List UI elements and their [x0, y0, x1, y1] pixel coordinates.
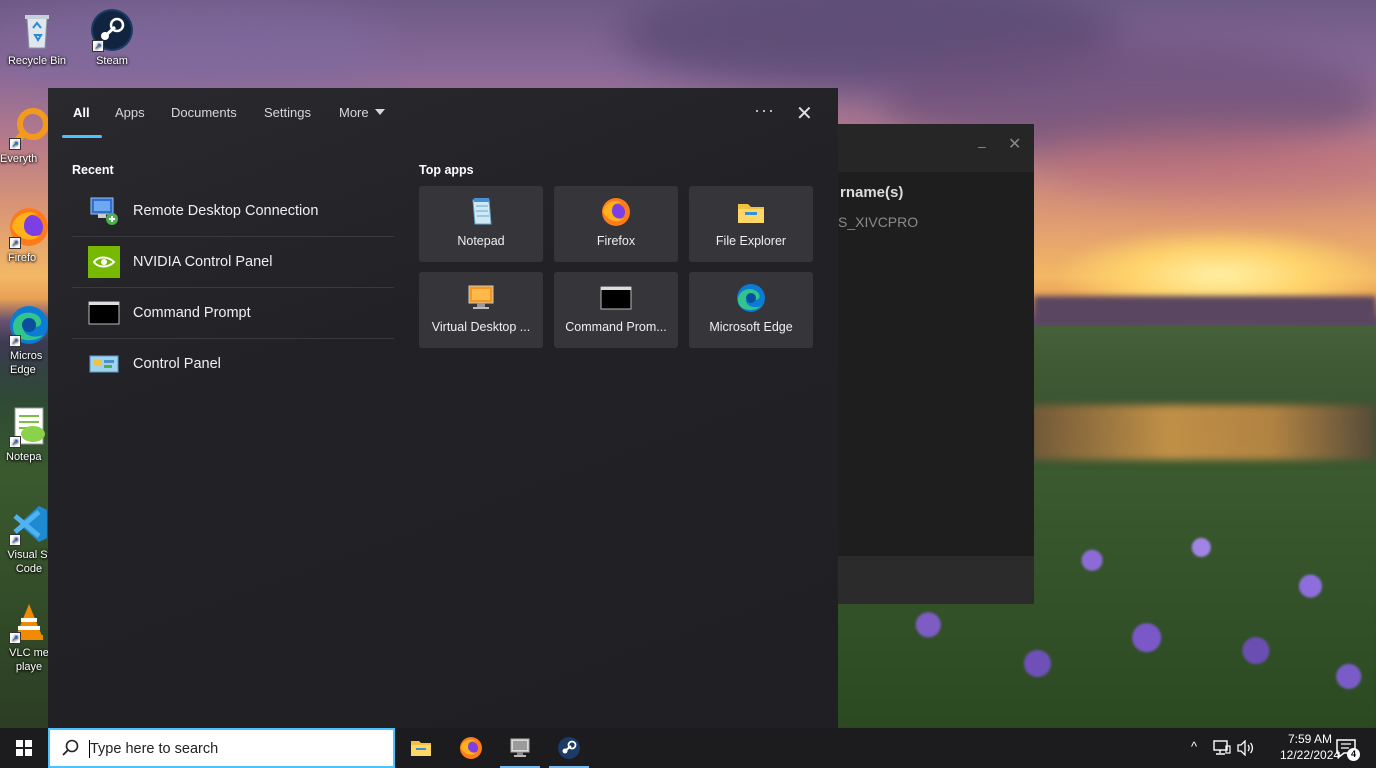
recent-item-command-prompt[interactable]: Command Prompt — [72, 288, 394, 339]
steam-icon: ↗ — [90, 8, 134, 52]
firefox-icon — [459, 736, 483, 760]
desktop-icon-label: Recycle Bin — [7, 55, 67, 67]
window-heading: rname(s) — [840, 184, 904, 201]
recent-item-remote-desktop[interactable]: Remote Desktop Connection — [72, 186, 394, 237]
recent-item-nvidia[interactable]: NVIDIA Control Panel — [72, 237, 394, 288]
recent-item-label: Command Prompt — [133, 305, 251, 321]
taskbar-search-box[interactable]: Type here to search — [48, 728, 395, 768]
top-app-firefox[interactable]: Firefox — [554, 186, 678, 262]
nvidia-icon — [88, 246, 120, 278]
top-app-file-explorer[interactable]: File Explorer — [689, 186, 813, 262]
firefox-icon: ↗ — [7, 205, 51, 249]
taskbar-steam[interactable] — [545, 728, 593, 768]
minimize-button[interactable]: – — [978, 138, 986, 154]
top-apps-heading: Top apps — [419, 163, 474, 177]
window-titlebar[interactable]: – ✕ — [838, 124, 1034, 172]
edge-icon: ↗ — [7, 303, 51, 347]
notification-count-badge: 4 — [1347, 748, 1360, 761]
network-icon[interactable] — [1213, 740, 1231, 768]
top-app-command-prompt[interactable]: Command Prom... — [554, 272, 678, 348]
windows-logo-icon — [16, 740, 32, 756]
action-center-button[interactable]: 4 — [1330, 728, 1376, 768]
taskbar-virtual-desktop[interactable] — [496, 728, 544, 768]
tab-apps[interactable]: Apps — [115, 105, 145, 120]
window-footer — [838, 556, 1034, 604]
show-hidden-icons-chevron[interactable]: ^ — [1191, 739, 1197, 768]
virtual-desktop-icon — [508, 736, 532, 760]
background-window[interactable]: – ✕ rname(s) S_XIVCPRO — [838, 124, 1034, 604]
recent-item-label: Control Panel — [133, 356, 221, 372]
recent-heading: Recent — [72, 163, 114, 177]
file-explorer-icon — [409, 736, 433, 760]
recent-item-label: NVIDIA Control Panel — [133, 254, 273, 270]
command-prompt-icon — [600, 282, 632, 314]
more-options-button[interactable]: ··· — [754, 100, 775, 121]
taskbar-firefox[interactable] — [447, 728, 495, 768]
window-value: S_XIVCPRO — [838, 214, 919, 230]
search-panel: All Apps Documents Settings More ··· ✕ R… — [48, 88, 838, 728]
top-app-label: Virtual Desktop ... — [431, 320, 531, 334]
taskbar: Type here to search ^ 7:59 AM 12/22/2024… — [0, 728, 1376, 768]
tab-all[interactable]: All — [73, 105, 90, 120]
active-tab-indicator — [62, 135, 102, 138]
firefox-icon — [600, 196, 632, 228]
virtual-desktop-icon — [465, 282, 497, 314]
vscode-icon: ↗ — [7, 502, 51, 546]
tab-more[interactable]: More — [339, 105, 385, 120]
everything-search-icon: ↗ — [7, 106, 51, 150]
top-app-notepad[interactable]: Notepad — [419, 186, 543, 262]
top-app-label: Notepad — [457, 234, 505, 248]
recent-item-control-panel[interactable]: Control Panel — [72, 339, 394, 390]
tab-documents[interactable]: Documents — [171, 105, 237, 120]
window-close-button[interactable]: ✕ — [1008, 134, 1021, 154]
notepad-icon — [465, 196, 497, 228]
taskbar-file-explorer[interactable] — [397, 728, 445, 768]
chevron-down-icon — [374, 109, 385, 115]
edge-icon — [735, 282, 767, 314]
close-panel-button[interactable]: ✕ — [796, 101, 813, 126]
search-tabs: All Apps Documents Settings More ··· ✕ — [48, 88, 838, 138]
top-app-virtual-desktop[interactable]: Virtual Desktop ... — [419, 272, 543, 348]
desktop-icon-recycle-bin[interactable]: Recycle Bin — [0, 8, 76, 68]
top-app-label: Microsoft Edge — [709, 320, 793, 334]
top-app-label: Firefox — [596, 234, 636, 248]
recycle-bin-icon — [15, 8, 59, 52]
tab-settings[interactable]: Settings — [264, 105, 311, 120]
vlc-icon: ↗ — [7, 600, 51, 644]
search-icon — [62, 739, 79, 756]
top-app-microsoft-edge[interactable]: Microsoft Edge — [689, 272, 813, 348]
top-app-label: File Explorer — [715, 234, 787, 248]
notepad-plus-icon: ↗ — [7, 404, 51, 448]
desktop-icon-label: Steam — [96, 55, 128, 67]
top-app-label: Command Prom... — [565, 320, 667, 334]
remote-desktop-icon — [88, 195, 120, 227]
tab-more-label: More — [339, 105, 369, 120]
volume-icon[interactable] — [1237, 739, 1255, 768]
control-panel-icon — [88, 348, 120, 380]
command-prompt-icon — [88, 297, 120, 329]
start-button[interactable] — [0, 728, 48, 768]
steam-icon — [557, 736, 581, 760]
recent-item-label: Remote Desktop Connection — [133, 203, 319, 219]
desktop-icon-steam[interactable]: ↗ Steam — [73, 8, 151, 68]
search-placeholder: Type here to search — [90, 741, 219, 757]
file-explorer-icon — [735, 196, 767, 228]
